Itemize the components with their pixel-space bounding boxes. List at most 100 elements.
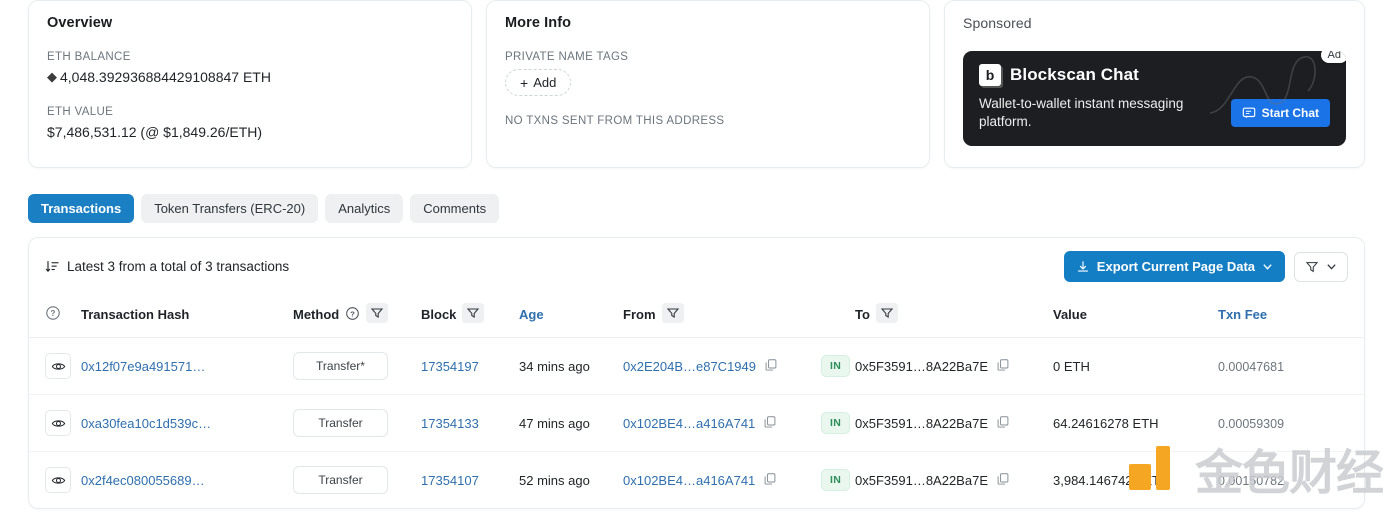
copy-icon[interactable]	[763, 472, 777, 489]
overview-card: Overview ETH BALANCE ◆4,048.392936884429…	[28, 0, 472, 168]
summary-cards-row: Overview ETH BALANCE ◆4,048.392936884429…	[0, 0, 1393, 168]
tab-token-transfers[interactable]: Token Transfers (ERC-20)	[141, 194, 318, 223]
overview-title: Overview	[47, 15, 453, 31]
tab-transactions[interactable]: Transactions	[28, 194, 134, 223]
direction-badge: IN	[821, 355, 850, 377]
copy-icon[interactable]	[996, 358, 1010, 375]
help-circle-icon[interactable]: ?	[345, 306, 360, 324]
from-filter-icon[interactable]	[662, 303, 684, 326]
row-method-cell: Transfer*	[293, 338, 421, 395]
row-value-cell: 3,984.1467429 ETH	[1053, 452, 1218, 509]
from-address-link[interactable]: 0x2E204B…e87C1949	[623, 359, 756, 374]
row-hash-cell: 0xa30fea10c1d539c…	[81, 395, 293, 452]
row-age-cell: 47 mins ago	[519, 395, 623, 452]
table-row: 0x12f07e9a491571… Transfer* 17354197 34 …	[29, 338, 1364, 395]
tab-comments[interactable]: Comments	[410, 194, 499, 223]
header-method-label: Method	[293, 307, 339, 322]
transactions-summary-text: Latest 3 from a total of 3 transactions	[67, 259, 289, 274]
table-filter-button[interactable]	[1294, 252, 1348, 282]
transactions-summary: Latest 3 from a total of 3 transactions	[45, 259, 289, 274]
method-filter-icon[interactable]	[366, 303, 388, 326]
method-badge: Transfer	[293, 409, 388, 437]
row-age-cell: 52 mins ago	[519, 452, 623, 509]
header-from-label: From	[623, 307, 656, 322]
eth-balance-amount: 4,048.392936884429108847 ETH	[60, 69, 271, 85]
sponsored-card: Sponsored Ad b Blockscan Chat Wallet-to-…	[944, 0, 1365, 168]
blockscan-logo-icon: b	[979, 64, 1001, 86]
funnel-filter-icon	[1305, 260, 1319, 274]
download-icon	[1076, 260, 1090, 274]
header-transaction-hash: Transaction Hash	[81, 294, 293, 338]
from-address-link[interactable]: 0x102BE4…a416A741	[623, 416, 755, 431]
row-fee-cell: 0.00047681	[1218, 338, 1364, 395]
header-txn-fee[interactable]: Txn Fee	[1218, 294, 1364, 338]
table-toolbar: Latest 3 from a total of 3 transactions …	[29, 238, 1364, 294]
eth-balance-label: ETH BALANCE	[47, 51, 453, 63]
more-info-card: More Info PRIVATE NAME TAGS + Add NO TXN…	[486, 0, 930, 168]
ad-panel[interactable]: Ad b Blockscan Chat Wallet-to-wallet ins…	[963, 51, 1346, 146]
eth-value-amount: $7,486,531.12 (@ $1,849.26/ETH)	[47, 124, 453, 140]
export-label: Export Current Page Data	[1097, 259, 1255, 274]
table-row: 0xa30fea10c1d539c… Transfer 17354133 47 …	[29, 395, 1364, 452]
eye-preview-icon[interactable]	[45, 467, 71, 493]
transaction-hash-link[interactable]: 0x12f07e9a491571…	[81, 359, 205, 374]
sort-descending-icon	[45, 259, 60, 274]
to-filter-icon[interactable]	[876, 303, 898, 326]
ad-title: Blockscan Chat	[1010, 65, 1139, 85]
more-info-title: More Info	[505, 15, 911, 31]
eth-balance-value: ◆4,048.392936884429108847 ETH	[47, 69, 453, 85]
transaction-hash-link[interactable]: 0x2f4ec080055689…	[81, 473, 205, 488]
from-address-link[interactable]: 0x102BE4…a416A741	[623, 473, 755, 488]
txn-fee-value: 0.00059309	[1218, 417, 1284, 431]
header-block: Block	[421, 294, 519, 338]
add-name-tag-button[interactable]: + Add	[505, 69, 571, 96]
to-address: 0x5F3591…8A22Ba7E	[855, 359, 988, 374]
row-preview-cell	[29, 395, 81, 452]
header-to-label: To	[855, 307, 870, 322]
to-address: 0x5F3591…8A22Ba7E	[855, 416, 988, 431]
copy-icon[interactable]	[996, 415, 1010, 432]
copy-icon[interactable]	[996, 472, 1010, 489]
copy-icon[interactable]	[764, 358, 778, 375]
txn-fee-value: 0.00047681	[1218, 360, 1284, 374]
block-link[interactable]: 17354197	[421, 359, 479, 374]
copy-icon[interactable]	[763, 415, 777, 432]
row-method-cell: Transfer	[293, 395, 421, 452]
eye-preview-icon[interactable]	[45, 410, 71, 436]
row-block-cell: 17354197	[421, 338, 519, 395]
row-from-cell: 0x102BE4…a416A741	[623, 452, 821, 509]
row-to-cell: 0x5F3591…8A22Ba7E	[855, 395, 1053, 452]
row-value-cell: 0 ETH	[1053, 338, 1218, 395]
row-preview-cell	[29, 452, 81, 509]
help-circle-icon[interactable]: ?	[45, 305, 61, 321]
row-to-cell: 0x5F3591…8A22Ba7E	[855, 452, 1053, 509]
row-block-cell: 17354133	[421, 395, 519, 452]
to-address: 0x5F3591…8A22Ba7E	[855, 473, 988, 488]
ad-description: Wallet-to-wallet instant messaging platf…	[979, 95, 1194, 131]
row-method-cell: Transfer	[293, 452, 421, 509]
header-age[interactable]: Age	[519, 294, 623, 338]
block-link[interactable]: 17354107	[421, 473, 479, 488]
block-link[interactable]: 17354133	[421, 416, 479, 431]
table-header-row: ? Transaction Hash Method ?	[29, 294, 1364, 338]
eye-preview-icon[interactable]	[45, 353, 71, 379]
tab-analytics[interactable]: Analytics	[325, 194, 403, 223]
row-preview-cell	[29, 338, 81, 395]
export-current-page-data-button[interactable]: Export Current Page Data	[1064, 251, 1285, 282]
ethereum-diamond-icon: ◆	[47, 69, 57, 85]
header-to: To	[855, 294, 1053, 338]
transaction-hash-link[interactable]: 0xa30fea10c1d539c…	[81, 416, 211, 431]
row-from-cell: 0x2E204B…e87C1949	[623, 338, 821, 395]
eth-value-label: ETH VALUE	[47, 106, 453, 118]
row-fee-cell: 0.00059309	[1218, 395, 1364, 452]
direction-badge: IN	[821, 469, 850, 491]
row-fee-cell: 0.00150782	[1218, 452, 1364, 509]
row-block-cell: 17354107	[421, 452, 519, 509]
row-direction-cell: IN	[821, 452, 855, 509]
block-filter-icon[interactable]	[462, 303, 484, 326]
row-value-cell: 64.24616278 ETH	[1053, 395, 1218, 452]
header-preview: ?	[29, 294, 81, 338]
direction-badge: IN	[821, 412, 850, 434]
add-name-tag-label: Add	[533, 75, 556, 90]
header-direction	[821, 294, 855, 338]
